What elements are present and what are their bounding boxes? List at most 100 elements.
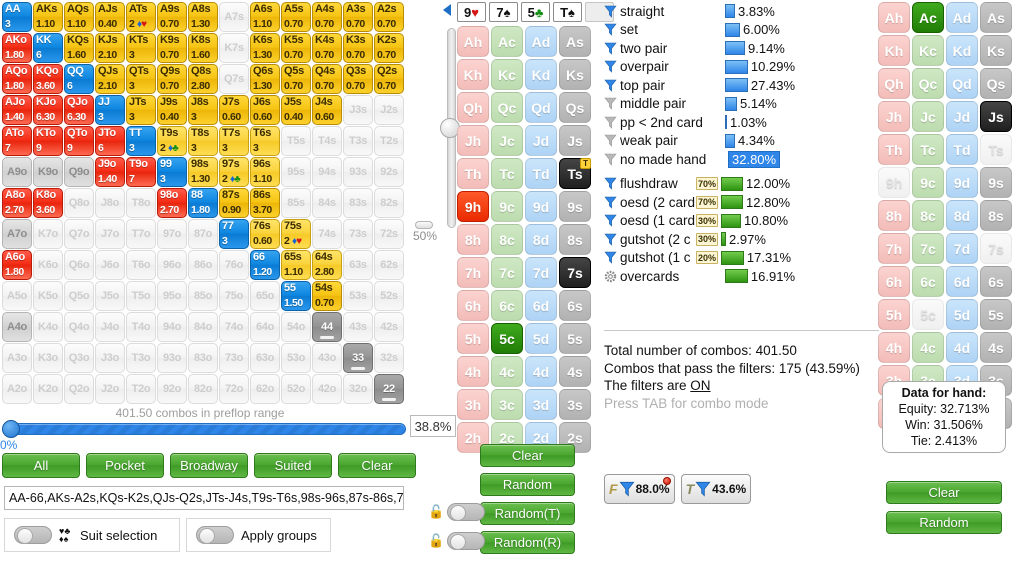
filter-row-straight[interactable]: straight 3.83%: [604, 2, 884, 21]
board-card-T♠[interactable]: T ♠: [553, 2, 582, 22]
hand-cell-KQo[interactable]: KQo 3.60: [33, 64, 63, 94]
hand-cell-84s[interactable]: 84s: [312, 188, 342, 218]
hand-cell-AKo[interactable]: AKo 1.80: [2, 33, 32, 63]
hand-cell-ATo[interactable]: ATo 7: [2, 126, 32, 156]
hand-cell-J3o[interactable]: J3o: [95, 343, 125, 373]
apply-groups-toggle[interactable]: [196, 526, 234, 544]
card-Ts[interactable]: Ts T: [559, 158, 591, 189]
hand-cell-A5s[interactable]: A5s 0.70: [281, 2, 311, 32]
card-Qc[interactable]: Qc: [491, 92, 523, 123]
hand-cell-83o[interactable]: 83o: [188, 343, 218, 373]
card-Kh[interactable]: Kh: [878, 35, 910, 66]
hand-cell-A5o[interactable]: A5o: [2, 281, 32, 311]
filters-state-text[interactable]: The filters are ON: [604, 377, 894, 395]
card-9h[interactable]: 9h: [878, 167, 910, 198]
hand-cell-43o[interactable]: 43o: [312, 343, 342, 373]
hand-cell-62o[interactable]: 62o: [250, 374, 280, 404]
dead-cards-button-randomt[interactable]: Random(T): [480, 502, 575, 525]
filter-row-weak-pair[interactable]: weak pair 4.34%: [604, 132, 884, 151]
hand-cell-Q9s[interactable]: Q9s 0.70: [157, 64, 187, 94]
card-Jh[interactable]: Jh: [878, 101, 910, 132]
card-Kh[interactable]: Kh: [457, 59, 489, 90]
filter-row-middle-pair[interactable]: middle pair 5.14%: [604, 95, 884, 114]
card-9s[interactable]: 9s: [980, 167, 1012, 198]
card-Ah[interactable]: Ah: [457, 26, 489, 57]
hand-cell-A6s[interactable]: A6s 1.10: [250, 2, 280, 32]
filter-row-gutshot-1-c[interactable]: gutshot (1 c 20% 17.31%: [604, 249, 884, 268]
hand-cell-96o[interactable]: 96o: [157, 250, 187, 280]
hand-cell-J4o[interactable]: J4o: [95, 312, 125, 342]
hand-cell-J5s[interactable]: J5s 0.40: [281, 95, 311, 125]
preflop-percent-field[interactable]: 38.8%: [410, 415, 456, 437]
hand-cell-T2o[interactable]: T2o: [126, 374, 156, 404]
hand-cell-93o[interactable]: 93o: [157, 343, 187, 373]
hand-cell-86o[interactable]: 86o: [188, 250, 218, 280]
hand-cell-62s[interactable]: 62s: [374, 250, 404, 280]
card-6d[interactable]: 6d: [946, 266, 978, 297]
card-6h[interactable]: 6h: [878, 266, 910, 297]
card-Kd[interactable]: Kd: [525, 59, 557, 90]
hand-cell-QJs[interactable]: QJs 2.10: [95, 64, 125, 94]
hand-cell-T9s[interactable]: T9s 2 ♦♣: [157, 126, 187, 156]
hand-cell-Q3o[interactable]: Q3o: [64, 343, 94, 373]
suit-selection-toggle[interactable]: [14, 526, 52, 544]
card-Qh[interactable]: Qh: [457, 92, 489, 123]
card-3c[interactable]: 3c: [491, 389, 523, 420]
hand-cell-K3s[interactable]: K3s 0.70: [343, 33, 373, 63]
hand-cell-T5s[interactable]: T5s: [281, 126, 311, 156]
hand-cell-82s[interactable]: 82s: [374, 188, 404, 218]
hand-cell-Q5s[interactable]: Q5s 0.70: [281, 64, 311, 94]
hand-cell-J2s[interactable]: J2s: [374, 95, 404, 125]
card-4c[interactable]: 4c: [491, 356, 523, 387]
card-8d[interactable]: 8d: [525, 224, 557, 255]
hand-cell-A9o[interactable]: A9o: [2, 157, 32, 187]
hand-cell-94o[interactable]: 94o: [157, 312, 187, 342]
hand-cell-54o[interactable]: 54o: [281, 312, 311, 342]
hand-cell-TT[interactable]: TT 3: [126, 126, 156, 156]
hand-cell-T9o[interactable]: T9o 7: [126, 157, 156, 187]
hand-cell-T8o[interactable]: T8o: [126, 188, 156, 218]
hand-cell-J3s[interactable]: J3s: [343, 95, 373, 125]
card-4d[interactable]: 4d: [525, 356, 557, 387]
hand-cell-72s[interactable]: 72s: [374, 219, 404, 249]
card-6d[interactable]: 6d: [525, 290, 557, 321]
hand-cell-J8s[interactable]: J8s 3: [188, 95, 218, 125]
hand-cell-Q7o[interactable]: Q7o: [64, 219, 94, 249]
hand-cell-A7s[interactable]: A7s: [219, 2, 249, 32]
hand-cell-Q6o[interactable]: Q6o: [64, 250, 94, 280]
hand-cell-T2s[interactable]: T2s: [374, 126, 404, 156]
hand-cell-Q5o[interactable]: Q5o: [64, 281, 94, 311]
filter-row-flushdraw[interactable]: flushdraw 70% 12.00%: [604, 175, 884, 194]
preflop-slider-knob[interactable]: [2, 420, 20, 438]
card-8c[interactable]: 8c: [491, 224, 523, 255]
hand-cell-52o[interactable]: 52o: [281, 374, 311, 404]
random-t-toggle[interactable]: [447, 503, 486, 521]
hand-cell-AQs[interactable]: AQs 1.10: [64, 2, 94, 32]
range-button-broadway[interactable]: Broadway: [170, 453, 248, 478]
hand-cell-87o[interactable]: 87o: [188, 219, 218, 249]
card-5c[interactable]: 5c: [912, 299, 944, 330]
card-Qh[interactable]: Qh: [878, 68, 910, 99]
hand-cell-84o[interactable]: 84o: [188, 312, 218, 342]
filter-row-pp-2nd-card[interactable]: pp < 2nd card 1.03%: [604, 113, 884, 132]
card-3s[interactable]: 3s: [559, 389, 591, 420]
range-button-all[interactable]: All: [2, 453, 80, 478]
lock-random-t[interactable]: 🔓: [428, 503, 486, 521]
hand-cell-83s[interactable]: 83s: [343, 188, 373, 218]
hand-cell-J8o[interactable]: J8o: [95, 188, 125, 218]
hand-cell-92o[interactable]: 92o: [157, 374, 187, 404]
card-7h[interactable]: 7h: [457, 257, 489, 288]
hand-cell-K7s[interactable]: K7s: [219, 33, 249, 63]
hand-cell-77[interactable]: 77 3: [219, 219, 249, 249]
card-5h[interactable]: 5h: [878, 299, 910, 330]
card-3h[interactable]: 3h: [457, 389, 489, 420]
hand-cell-73s[interactable]: 73s: [343, 219, 373, 249]
hand-cell-92s[interactable]: 92s: [374, 157, 404, 187]
hand-cell-82o[interactable]: 82o: [188, 374, 218, 404]
card-As[interactable]: As: [980, 2, 1012, 33]
hand-cell-A4s[interactable]: A4s 0.70: [312, 2, 342, 32]
hand-cell-76o[interactable]: 76o: [219, 250, 249, 280]
hand-cell-Q6s[interactable]: Q6s 1.30: [250, 64, 280, 94]
hand-cell-53o[interactable]: 53o: [281, 343, 311, 373]
hand-cell-74s[interactable]: 74s: [312, 219, 342, 249]
